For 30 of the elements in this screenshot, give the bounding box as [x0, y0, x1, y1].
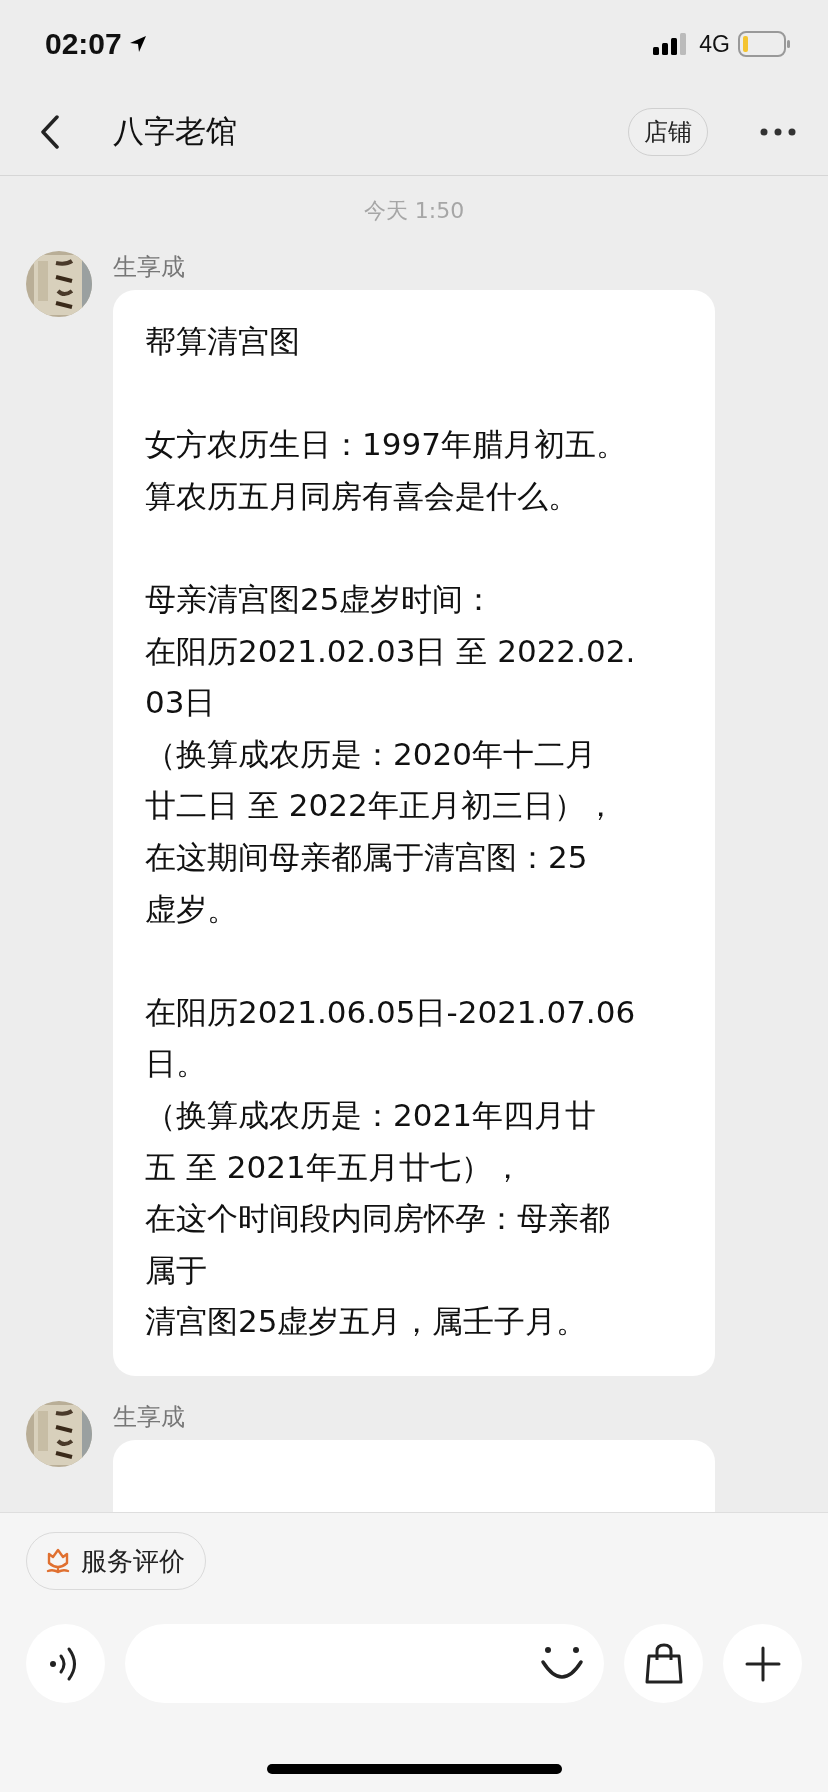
sender-name: 生享成 — [113, 1402, 185, 1431]
review-button[interactable]: 服务评价 — [26, 1532, 206, 1590]
message-text: （换算成农历是：2021年四月廿 — [145, 1095, 597, 1135]
message-text: 清宫图25虚岁五月，属壬子月。 — [145, 1302, 589, 1342]
battery-icon — [738, 31, 790, 57]
shopping-bag-icon — [643, 1641, 684, 1686]
message-text: 在这个时间段内同房怀孕：母亲都 — [145, 1199, 611, 1239]
sender-name: 生享成 — [113, 253, 185, 281]
message-text: 算农历五月同房有喜会是什么。 — [145, 476, 580, 516]
back-icon[interactable] — [40, 114, 60, 149]
message-text: 母亲清宫图25虚岁时间： — [145, 579, 496, 619]
status-time: 02:07 — [45, 27, 122, 61]
message-text: 在这期间母亲都属于清宫图：25 — [145, 837, 589, 877]
message-text: 虚岁。 — [145, 889, 239, 929]
store-button[interactable]: 店铺 — [628, 107, 708, 156]
more-icon[interactable] — [760, 127, 796, 136]
message-text: 廿二日 至 2022年正月初三日）， — [145, 786, 617, 826]
plus-icon — [744, 1645, 781, 1682]
message-text: 在阳历2021.06.05日-2021.07.06 — [145, 992, 637, 1032]
message-text: 日。 — [145, 1044, 208, 1084]
message-text: 在阳历2021.02.03日 至 2022.02. — [145, 631, 637, 671]
chat-title: 八字老馆 — [113, 111, 237, 151]
message-text: 03日 — [145, 683, 217, 723]
message-text: （换算成农历是：2020年十二月 — [145, 734, 597, 774]
network-label: 4G — [699, 30, 730, 58]
message-text: 女方农历生日：1997年腊月初五。 — [145, 425, 628, 465]
message-text: 五 至 2021年五月廿七）， — [145, 1147, 524, 1187]
chat-timestamp: 今天 1:50 — [363, 198, 465, 223]
message-text: 帮算清宫图 — [145, 322, 301, 361]
message-text: 属于 — [145, 1250, 208, 1290]
